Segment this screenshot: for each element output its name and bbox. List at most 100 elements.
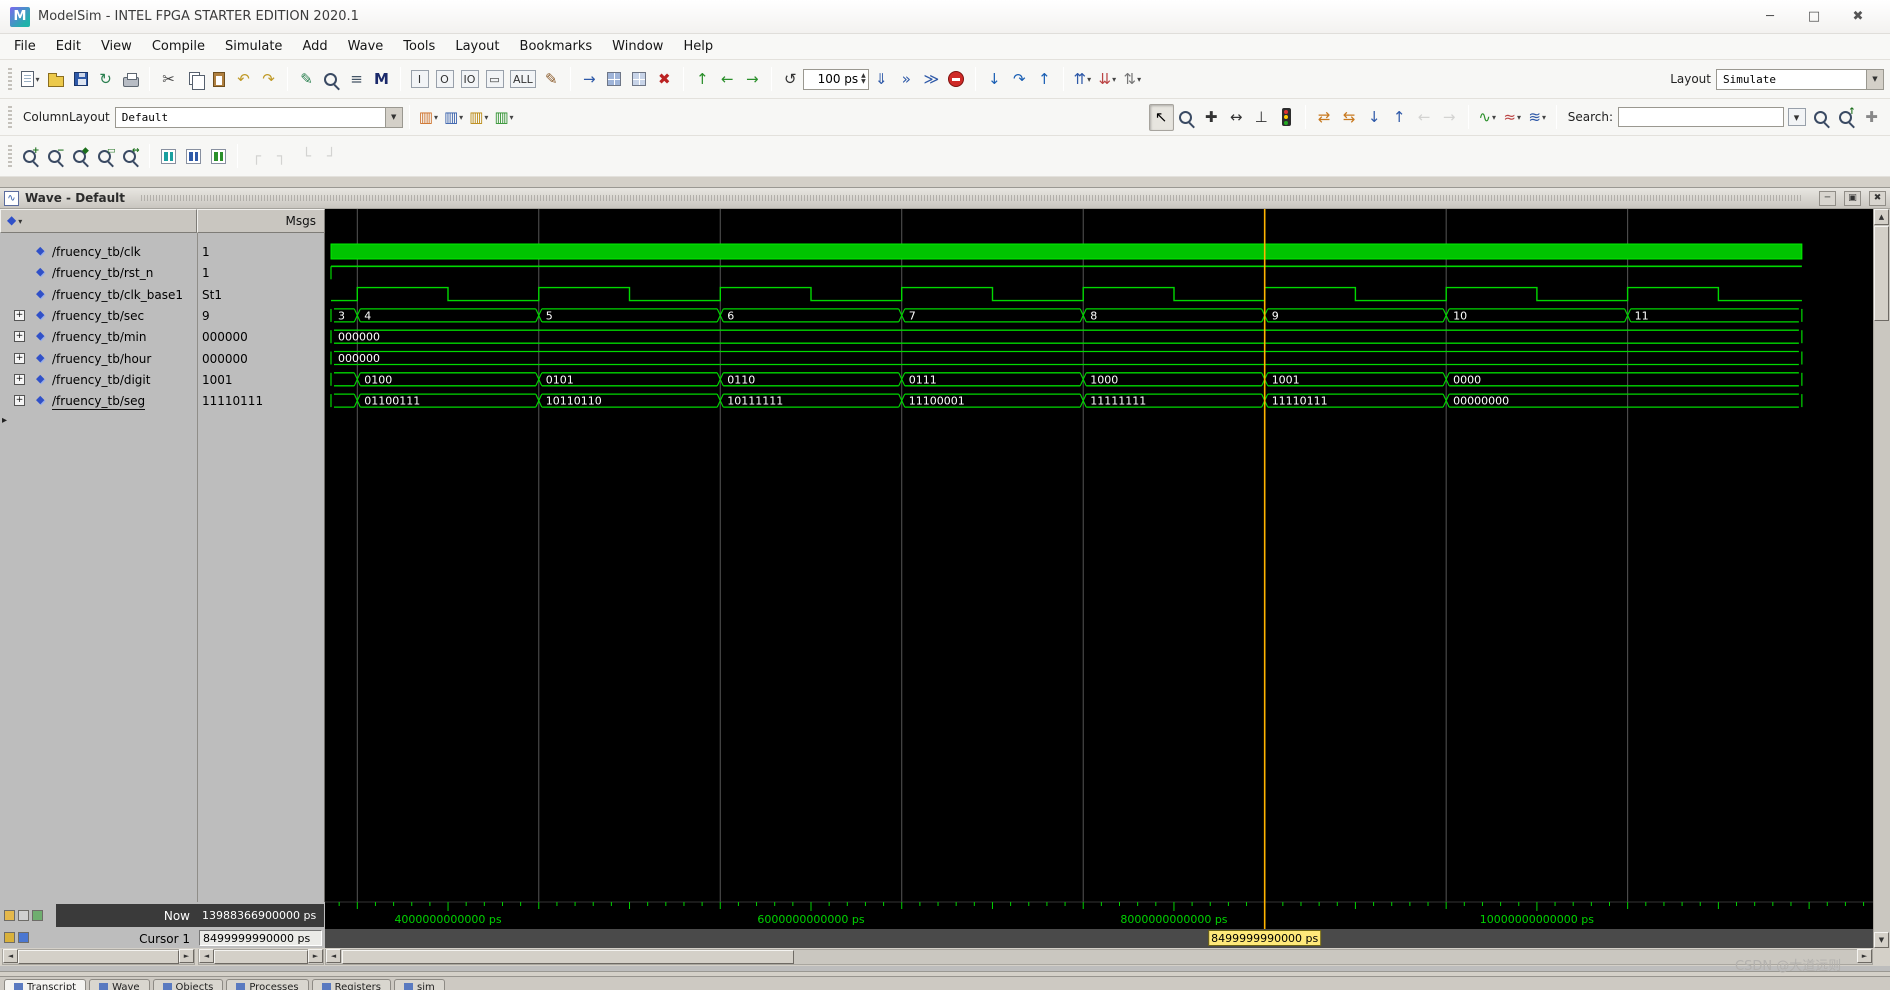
- find-falling-edge-button[interactable]: └: [294, 143, 319, 170]
- run-button[interactable]: ⇓: [869, 66, 894, 93]
- cursor-lock-icon[interactable]: [4, 932, 15, 943]
- performance-down-button[interactable]: ⇊ ▾: [1095, 66, 1120, 93]
- cursor-row[interactable]: Cursor 1 8499999990000 ps: [0, 929, 325, 948]
- signal-row-sec[interactable]: + ◆ /fruency_tb/sec: [0, 305, 197, 326]
- signal-row-rst_n[interactable]: ◆ /fruency_tb/rst_n: [0, 262, 197, 283]
- dropdown-arrow-icon[interactable]: ▾: [1087, 75, 1091, 84]
- copy-button[interactable]: [181, 66, 206, 93]
- wave-scrollbar[interactable]: ◄ ►: [325, 949, 1873, 965]
- recompile-button[interactable]: ✎: [294, 66, 319, 93]
- simulation-config-button[interactable]: [602, 66, 627, 93]
- names-scrollbar[interactable]: ◄ ►: [2, 949, 195, 965]
- dropdown-arrow-icon[interactable]: ▾: [484, 113, 488, 122]
- paste-button[interactable]: [206, 66, 231, 93]
- undo-button[interactable]: ↶: [231, 66, 256, 93]
- signal-row-clk_base1[interactable]: ◆ /fruency_tb/clk_base1: [0, 284, 197, 305]
- menu-wave[interactable]: Wave: [338, 39, 394, 54]
- titlebar-drag-grip[interactable]: [141, 195, 1801, 201]
- performance-up-button[interactable]: ⇈ ▾: [1070, 66, 1095, 93]
- wave-scroll-thumb[interactable]: [342, 950, 794, 964]
- add-column-button[interactable]: ▥ ▾: [416, 104, 441, 131]
- bottom-tab-processes[interactable]: Processes: [226, 979, 309, 990]
- expand-icon[interactable]: +: [14, 373, 25, 385]
- menu-view[interactable]: View: [91, 39, 142, 54]
- search-options-button[interactable]: ✚: [1859, 104, 1884, 131]
- step-out-button[interactable]: ↑: [1032, 66, 1057, 93]
- dropdown-arrow-icon[interactable]: ▾: [1137, 75, 1141, 84]
- timeline-tool-icon[interactable]: [18, 910, 29, 921]
- run-length-field[interactable]: 100 ps ▲ ▼: [802, 68, 869, 90]
- menu-layout[interactable]: Layout: [445, 39, 509, 54]
- modelsim-m-button[interactable]: M: [369, 66, 394, 93]
- signal-row-hour[interactable]: + ◆ /fruency_tb/hour: [0, 348, 197, 369]
- cursor-io-button[interactable]: IO: [457, 66, 482, 93]
- cut-button[interactable]: ✂: [156, 66, 181, 93]
- edit-mode-button[interactable]: ⊥: [1249, 104, 1274, 131]
- timeline-tool-icon[interactable]: [4, 910, 15, 921]
- continue-run-button[interactable]: »: [894, 66, 919, 93]
- load-design-button[interactable]: →: [577, 66, 602, 93]
- pan-mode-button[interactable]: ✚: [1199, 104, 1224, 131]
- values-scrollbar[interactable]: ◄ ►: [198, 949, 324, 965]
- names-column-header[interactable]: ◆ ▾: [0, 209, 197, 233]
- menu-compile[interactable]: Compile: [142, 39, 215, 54]
- chevron-down-icon[interactable]: ▼: [1866, 69, 1883, 89]
- run-all-button[interactable]: ≫: [919, 66, 944, 93]
- wave-dock-button[interactable]: ─: [1819, 190, 1836, 206]
- timeline-tool-icon[interactable]: [32, 910, 43, 921]
- expand-wave-button[interactable]: ∿ ▾: [1475, 104, 1500, 131]
- bottom-tab-objects[interactable]: Objects: [152, 979, 224, 990]
- show-all-button[interactable]: ALL: [507, 66, 539, 93]
- bottom-tab-sim[interactable]: sim: [394, 979, 445, 990]
- bottom-tab-registers[interactable]: Registers: [311, 979, 392, 990]
- menu-tools[interactable]: Tools: [393, 39, 445, 54]
- stop-drawing-button[interactable]: [1274, 104, 1299, 131]
- names-scroll-thumb[interactable]: [18, 950, 179, 964]
- search-find-prev-button[interactable]: ↑: [1834, 104, 1859, 131]
- dropdown-arrow-icon[interactable]: ▾: [510, 113, 514, 122]
- waveform-canvas[interactable]: 3 4 5 6 7 8 9 10 110000000000000100 0101 0110 0111 1…: [325, 209, 1873, 948]
- cursor-o-button[interactable]: O: [432, 66, 457, 93]
- restart-button[interactable]: ↺: [778, 66, 803, 93]
- redo-button[interactable]: ↷: [256, 66, 281, 93]
- search-find-next-button[interactable]: [1809, 104, 1834, 131]
- step-over-button[interactable]: ↷: [1007, 66, 1032, 93]
- close-button[interactable]: ✖: [1836, 9, 1880, 24]
- print-button[interactable]: [118, 66, 143, 93]
- expand-icon[interactable]: +: [14, 352, 25, 364]
- vertical-scrollbar[interactable]: ▲ ▼: [1873, 209, 1890, 948]
- break-button[interactable]: [944, 66, 969, 93]
- find-rising-edge-button[interactable]: ┐: [269, 143, 294, 170]
- wave-maximize-button[interactable]: ▣: [1844, 190, 1861, 206]
- dropdown-arrow-icon[interactable]: ▾: [35, 75, 39, 84]
- edit-cursor-button[interactable]: [181, 143, 206, 170]
- group-wave-button[interactable]: ≋ ▾: [1525, 104, 1550, 131]
- signal-filter-button[interactable]: ◆ ▾: [7, 213, 22, 227]
- signal-row-digit[interactable]: + ◆ /fruency_tb/digit: [0, 369, 197, 390]
- wave-close-button[interactable]: ✖: [1869, 190, 1886, 206]
- signal-row-min[interactable]: + ◆ /fruency_tb/min: [0, 326, 197, 347]
- cursor-value-field[interactable]: 8499999990000 ps: [199, 930, 322, 946]
- bottom-tab-transcript[interactable]: Transcript: [4, 979, 87, 990]
- delete-edge-button[interactable]: ⇆: [1337, 104, 1362, 131]
- step-into-button[interactable]: ↓: [982, 66, 1007, 93]
- dropdown-arrow-icon[interactable]: ▾: [459, 113, 463, 122]
- stretch-mode-button[interactable]: ↔: [1224, 104, 1249, 131]
- zoom-full-button[interactable]: ◆: [68, 143, 93, 170]
- wave-window-titlebar[interactable]: ∿ Wave - Default ─ ▣ ✖: [0, 188, 1890, 209]
- signal-row-seg[interactable]: + ◆ /fruency_tb/seg: [0, 390, 197, 411]
- cursor-color-icon[interactable]: [18, 932, 29, 943]
- menu-edit[interactable]: Edit: [46, 39, 91, 54]
- values-scroll-thumb[interactable]: [214, 950, 308, 964]
- expand-icon[interactable]: +: [14, 395, 25, 407]
- highlight-button[interactable]: ✎: [539, 66, 564, 93]
- bottom-tab-wave[interactable]: Wave: [89, 979, 150, 990]
- reload-button[interactable]: ↻: [93, 66, 118, 93]
- find-first-edge-button[interactable]: ┌: [244, 143, 269, 170]
- zoom-mode-button[interactable]: [1174, 104, 1199, 131]
- scroll-up-button[interactable]: ▲: [1874, 209, 1889, 225]
- values-scroll-left-button[interactable]: ◄: [199, 949, 214, 963]
- cursor-i-button[interactable]: I: [407, 66, 432, 93]
- swap-column-button[interactable]: ▥ ▾: [466, 104, 491, 131]
- group-column-button[interactable]: ▥ ▾: [491, 104, 516, 131]
